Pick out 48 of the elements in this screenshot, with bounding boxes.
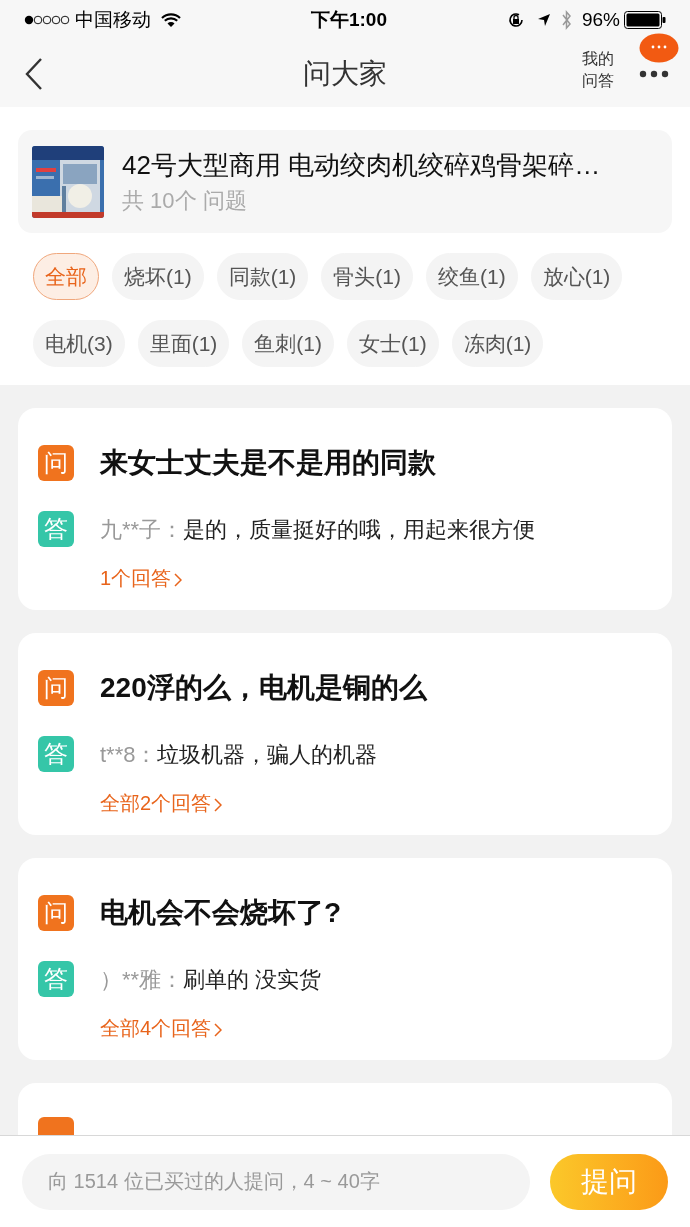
product-title: 42号大型商用 电动绞肉机绞碎鸡骨架碎… xyxy=(122,148,601,182)
carrier-name: 中国移动 xyxy=(75,7,151,32)
question-badge: 问 xyxy=(38,895,74,931)
page-title: 问大家 xyxy=(303,56,387,91)
more-icon[interactable] xyxy=(639,70,669,78)
question-card[interactable]: 问 220浮的么，电机是铜的么 答 t**8：垃圾机器，骗人的机器 全部2个回答 xyxy=(18,633,672,835)
answer-text: 是的，质量挺好的哦，用起来很方便 xyxy=(183,515,536,544)
answer-text: 垃圾机器，骗人的机器 xyxy=(157,740,378,769)
filter-tag[interactable]: 绞鱼(1) xyxy=(426,253,518,300)
answer-badge: 答 xyxy=(38,961,74,997)
question-title: 来女士丈夫是不是用的同款 xyxy=(100,446,436,480)
answer-badge: 答 xyxy=(38,511,74,547)
my-answers-link[interactable]: 我的 问答 xyxy=(582,48,614,92)
question-count: 共 10个 问题 xyxy=(122,186,248,215)
location-arrow-icon xyxy=(536,13,551,27)
question-card[interactable]: 问 电机会不会烧坏了? 答 ）**雅：刷单的 没实货 全部4个回答 xyxy=(18,858,672,1060)
answer-badge: 答 xyxy=(38,736,74,772)
back-icon[interactable] xyxy=(24,56,44,91)
filter-tag[interactable]: 冻肉(1) xyxy=(451,320,544,367)
question-badge: 问 xyxy=(38,445,74,481)
filter-tag[interactable]: 女士(1) xyxy=(347,320,439,367)
status-time: 下午1:00 xyxy=(310,7,387,32)
question-card[interactable]: 问 来女士丈夫是不是用的同款 答 九**子：是的，质量挺好的哦，用起来很方便 1个回答 xyxy=(18,408,672,610)
battery-percent: 96% xyxy=(581,7,620,32)
answerer-name: ）**雅： xyxy=(100,965,184,994)
question-badge: 问 xyxy=(38,670,74,706)
rotation-lock-icon xyxy=(506,11,525,29)
filter-tag[interactable]: 电机(3) xyxy=(33,320,125,367)
question-input-field[interactable]: 向 1514 位已买过的人提问，4 ~ 40字 xyxy=(22,1153,530,1210)
filter-tag[interactable]: 放心(1) xyxy=(530,253,623,300)
chevron-right-icon xyxy=(174,572,183,587)
bluetooth-icon xyxy=(560,10,572,30)
filter-tag[interactable]: 骨头(1) xyxy=(321,253,413,300)
answerer-name: t**8： xyxy=(100,740,158,769)
chevron-right-icon xyxy=(214,1022,223,1037)
answerer-name: 九**子： xyxy=(100,515,184,544)
filter-tag[interactable]: 里面(1) xyxy=(137,320,230,367)
product-card[interactable]: 42号大型商用 电动绞肉机绞碎鸡骨架碎… 共 10个 问题 xyxy=(18,130,672,233)
wifi-icon xyxy=(161,12,181,28)
filter-tag[interactable]: 烧坏(1) xyxy=(112,253,204,300)
battery-icon xyxy=(624,11,666,29)
question-title: 电机会不会烧坏了? xyxy=(100,896,342,930)
filter-tag[interactable]: 同款(1) xyxy=(216,253,309,300)
filter-tag[interactable]: 鱼刺(1) xyxy=(242,320,334,367)
answer-text: 刷单的 没实货 xyxy=(183,965,322,994)
question-title: 220浮的么，电机是铜的么 xyxy=(100,671,427,705)
signal-icon xyxy=(24,15,70,25)
chevron-right-icon xyxy=(214,797,223,812)
